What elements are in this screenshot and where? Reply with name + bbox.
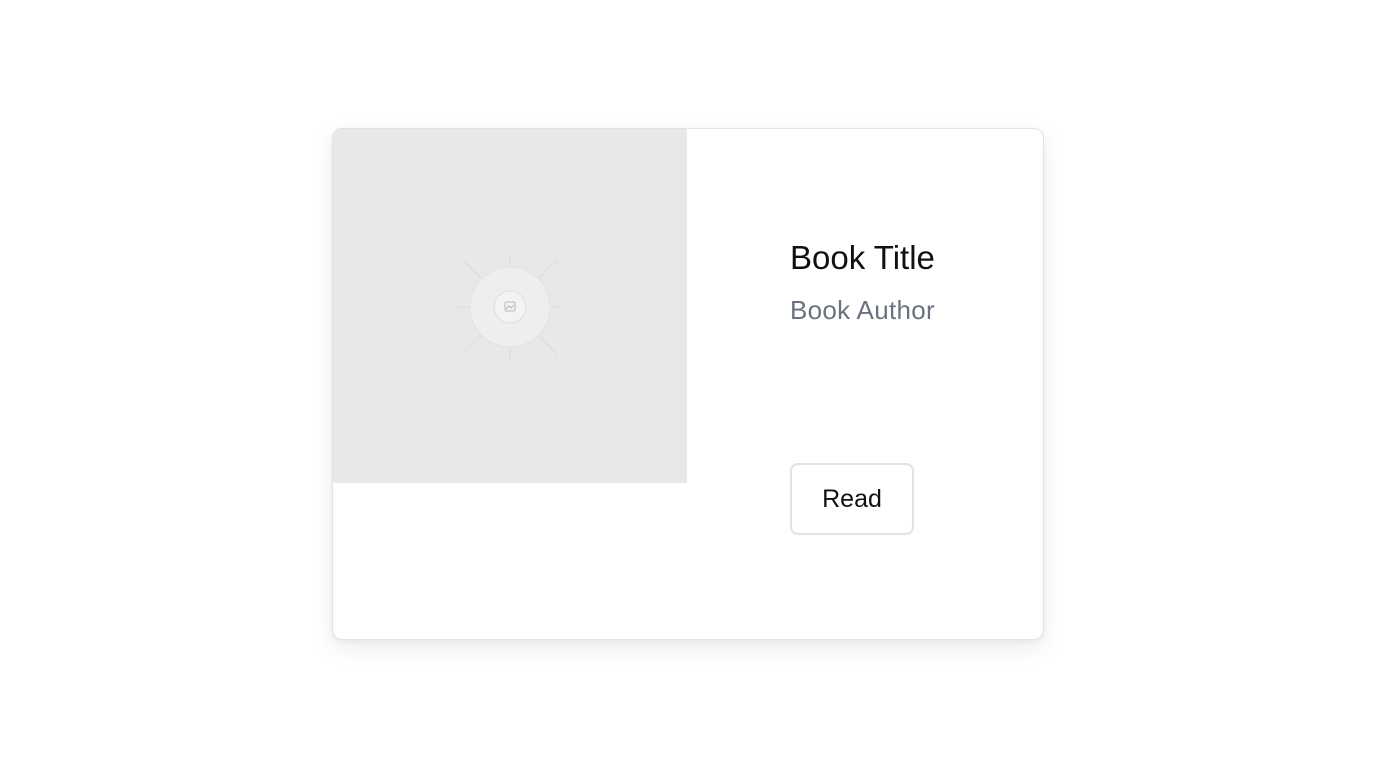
book-author: Book Author — [790, 295, 935, 325]
book-cover-placeholder — [333, 129, 687, 483]
read-button[interactable]: Read — [790, 463, 914, 535]
book-title: Book Title — [790, 239, 935, 276]
book-info: Book Title Book Author Read — [790, 129, 1030, 639]
image-placeholder-icon — [457, 254, 563, 360]
book-card: Book Title Book Author Read — [332, 128, 1044, 640]
